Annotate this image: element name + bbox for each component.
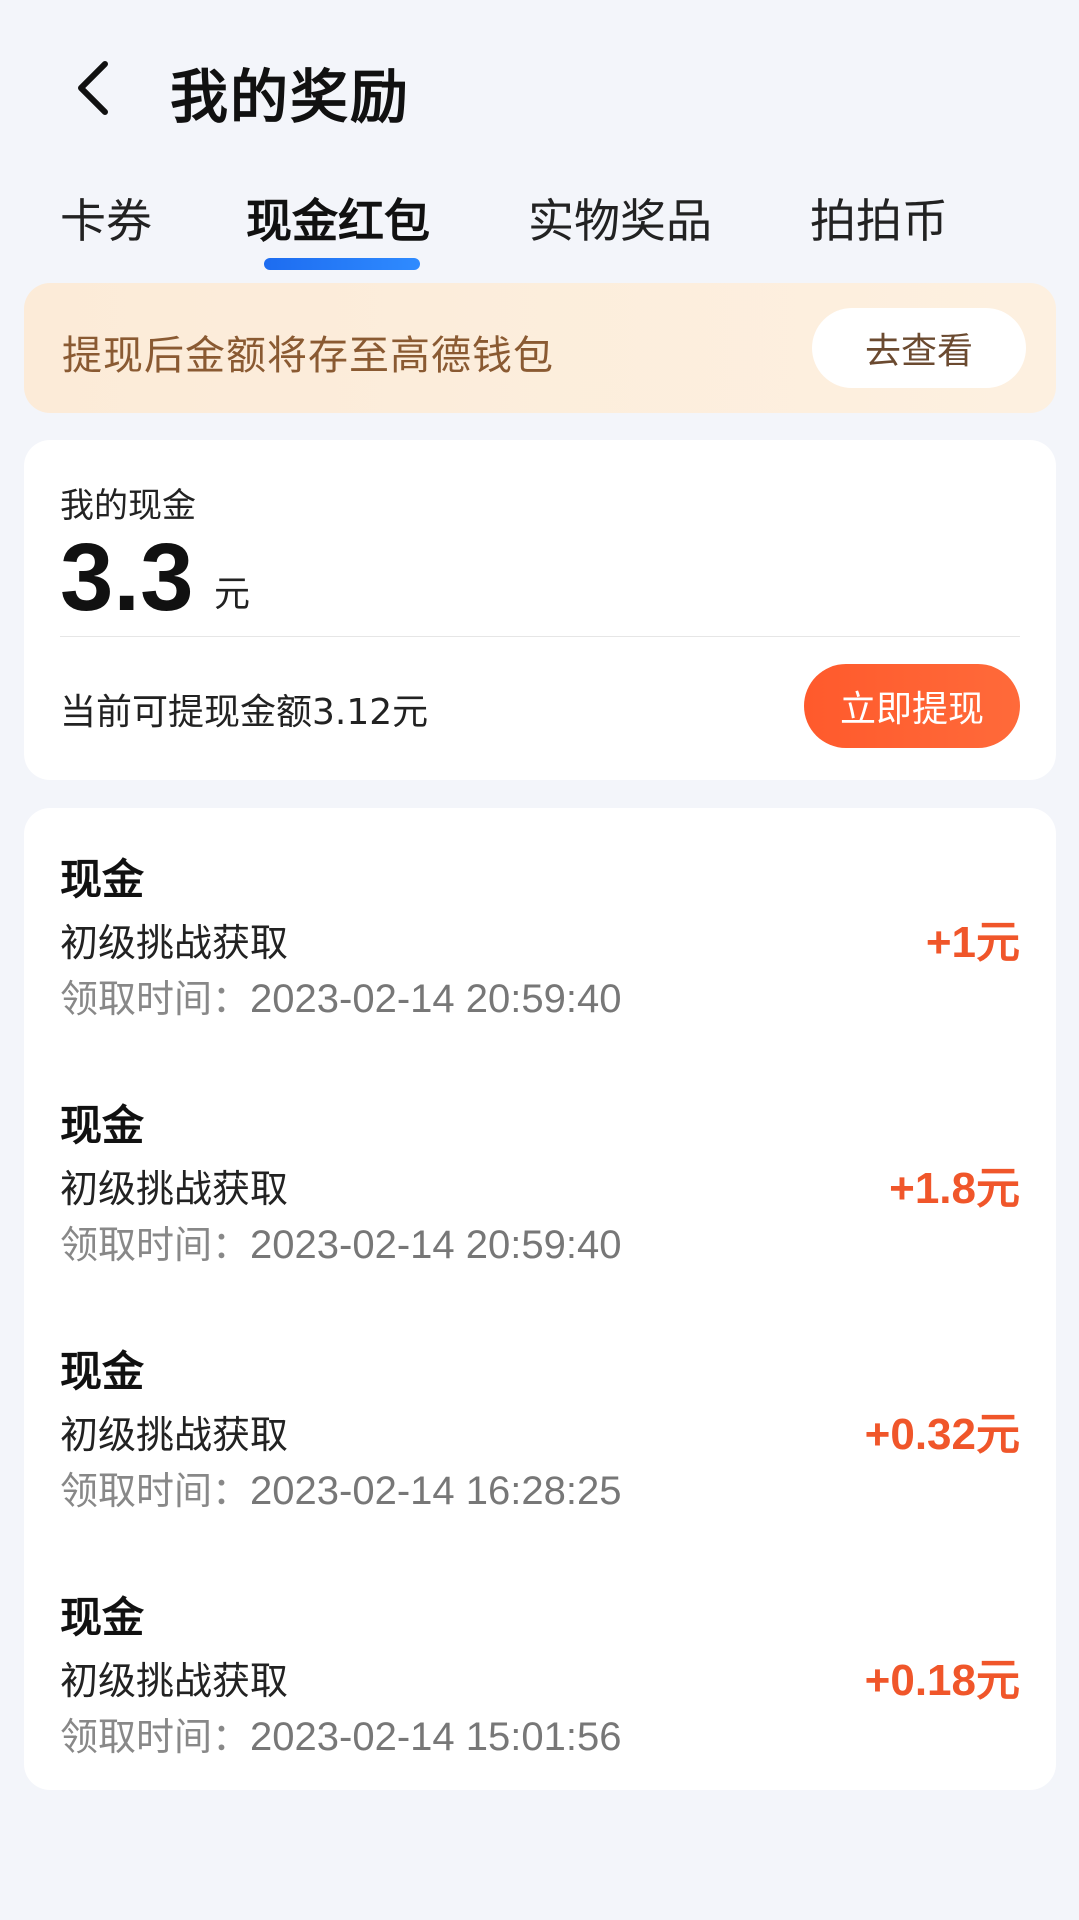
record-source: 初级挑战获取 bbox=[60, 1167, 289, 1211]
tab-coupons[interactable]: 卡券 bbox=[60, 185, 152, 251]
tab-paipai-coins[interactable]: 拍拍币 bbox=[810, 185, 948, 251]
record-time-value: 2023-02-14 20:59:40 bbox=[250, 977, 622, 1021]
record-title: 现金 bbox=[60, 1593, 145, 1642]
cash-summary-card: 我的现金 3.3 元 当前可提现金额3.12元 立即提现 bbox=[24, 440, 1056, 780]
withdrawable-amount: 当前可提现金额3.12元 bbox=[60, 692, 429, 733]
cash-unit: 元 bbox=[214, 574, 251, 615]
tab-bar: 卡券 现金红包 实物奖品 拍拍币 bbox=[0, 185, 1079, 275]
record-source: 初级挑战获取 bbox=[60, 1659, 289, 1703]
list-item: 现金 初级挑战获取 领取时间：2023-02-14 20:59:40 +1.8元 bbox=[24, 1054, 1056, 1300]
record-amount: +1元 bbox=[925, 918, 1020, 967]
record-time-label: 领取时间： bbox=[60, 1715, 251, 1759]
record-title: 现金 bbox=[60, 1101, 145, 1150]
record-title: 现金 bbox=[60, 855, 145, 904]
record-source: 初级挑战获取 bbox=[60, 921, 289, 965]
record-amount: +0.32元 bbox=[864, 1410, 1020, 1459]
record-time: 领取时间：2023-02-14 16:28:25 bbox=[60, 1460, 621, 1515]
list-item: 现金 初级挑战获取 领取时间：2023-02-14 15:01:56 +0.18… bbox=[24, 1546, 1056, 1792]
divider bbox=[60, 636, 1020, 637]
view-wallet-button[interactable]: 去查看 bbox=[812, 308, 1026, 388]
record-time: 领取时间：2023-02-14 15:01:56 bbox=[60, 1706, 621, 1761]
record-amount: +0.18元 bbox=[864, 1656, 1020, 1705]
notice-banner: 提现后金额将存至高德钱包 去查看 bbox=[24, 283, 1056, 413]
record-time-value: 2023-02-14 16:28:25 bbox=[250, 1469, 622, 1513]
record-time-label: 领取时间： bbox=[60, 977, 251, 1021]
withdraw-button[interactable]: 立即提现 bbox=[804, 664, 1020, 748]
record-time-label: 领取时间： bbox=[60, 1223, 251, 1267]
record-time: 领取时间：2023-02-14 20:59:40 bbox=[60, 968, 621, 1023]
record-source: 初级挑战获取 bbox=[60, 1413, 289, 1457]
active-tab-indicator bbox=[264, 258, 420, 270]
record-amount: +1.8元 bbox=[889, 1164, 1020, 1213]
chevron-left-icon bbox=[78, 61, 108, 115]
page-title: 我的奖励 bbox=[170, 63, 411, 131]
record-title: 现金 bbox=[60, 1347, 145, 1396]
back-button[interactable] bbox=[58, 48, 128, 128]
cash-label: 我的现金 bbox=[60, 486, 196, 526]
notice-text: 提现后金额将存至高德钱包 bbox=[62, 333, 554, 379]
records-list: 现金 初级挑战获取 领取时间：2023-02-14 20:59:40 +1元 现… bbox=[24, 808, 1056, 1790]
record-time-label: 领取时间： bbox=[60, 1469, 251, 1513]
tab-cash-red-packet[interactable]: 现金红包 bbox=[246, 185, 430, 251]
tab-physical-prizes[interactable]: 实物奖品 bbox=[528, 185, 712, 251]
record-time: 领取时间：2023-02-14 20:59:40 bbox=[60, 1214, 621, 1269]
cash-amount: 3.3 bbox=[60, 524, 194, 631]
record-time-value: 2023-02-14 20:59:40 bbox=[250, 1223, 622, 1267]
record-time-value: 2023-02-14 15:01:56 bbox=[250, 1715, 622, 1759]
list-item: 现金 初级挑战获取 领取时间：2023-02-14 16:28:25 +0.32… bbox=[24, 1300, 1056, 1546]
header: 我的奖励 bbox=[0, 0, 1079, 175]
list-item: 现金 初级挑战获取 领取时间：2023-02-14 20:59:40 +1元 bbox=[24, 808, 1056, 1054]
